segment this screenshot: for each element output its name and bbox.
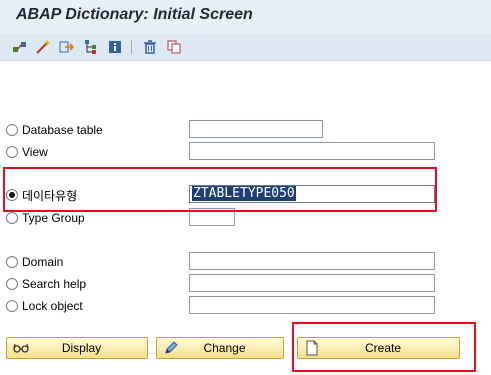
where-used-icon[interactable] bbox=[11, 38, 29, 56]
search-help-input[interactable] bbox=[189, 274, 435, 292]
toolbar-separator bbox=[131, 40, 132, 54]
display-label: Display bbox=[61, 341, 102, 355]
application-toolbar bbox=[0, 34, 491, 61]
jump-icon[interactable] bbox=[58, 38, 76, 56]
option-domain[interactable]: Domain bbox=[6, 253, 63, 271]
radio-button[interactable] bbox=[6, 212, 18, 224]
option-label: Database table bbox=[22, 123, 103, 137]
display-button[interactable]: Display bbox=[6, 337, 148, 359]
title-bar: ABAP Dictionary: Initial Screen bbox=[0, 0, 491, 33]
database-table-input[interactable] bbox=[189, 120, 323, 138]
page-title: ABAP Dictionary: Initial Screen bbox=[16, 6, 253, 23]
radio-button[interactable] bbox=[6, 124, 18, 136]
radio-button[interactable] bbox=[6, 278, 18, 290]
radio-button[interactable] bbox=[6, 300, 18, 312]
option-search-help[interactable]: Search help bbox=[6, 275, 86, 293]
delete-icon[interactable] bbox=[141, 38, 159, 56]
option-label: Type Group bbox=[22, 211, 85, 225]
option-label: View bbox=[22, 145, 48, 159]
change-button[interactable]: Change bbox=[156, 337, 284, 359]
highlight-create-button bbox=[292, 322, 476, 372]
highlight-data-type-row bbox=[3, 167, 437, 212]
option-database-table[interactable]: Database table bbox=[6, 121, 103, 139]
option-label: Search help bbox=[22, 277, 87, 291]
option-lock-object[interactable]: Lock object bbox=[6, 297, 83, 315]
option-label: Lock object bbox=[22, 299, 83, 313]
lock-object-input[interactable] bbox=[189, 296, 435, 314]
info-icon[interactable] bbox=[106, 38, 124, 56]
option-view[interactable]: View bbox=[6, 143, 48, 161]
change-label: Change bbox=[203, 341, 246, 355]
copy-icon[interactable] bbox=[165, 38, 183, 56]
magic-wand-icon[interactable] bbox=[34, 38, 52, 56]
pencil-icon bbox=[162, 339, 180, 357]
radio-button[interactable] bbox=[6, 256, 18, 268]
option-label: Domain bbox=[22, 255, 64, 269]
glasses-icon bbox=[12, 339, 30, 357]
domain-input[interactable] bbox=[189, 252, 435, 270]
view-input[interactable] bbox=[189, 142, 435, 160]
radio-button[interactable] bbox=[6, 146, 18, 158]
hierarchy-icon[interactable] bbox=[82, 38, 100, 56]
